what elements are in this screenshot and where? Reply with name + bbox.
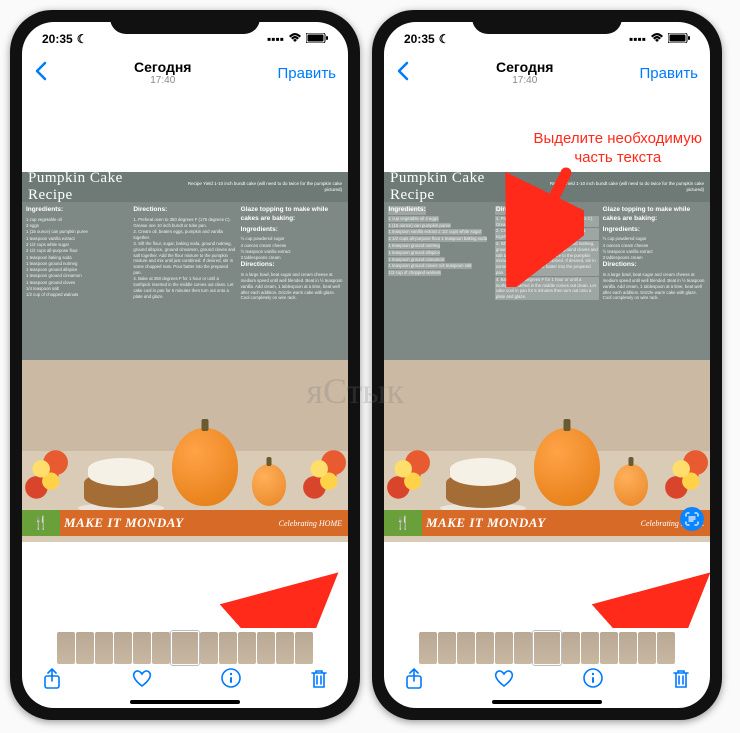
flowers-icon xyxy=(384,444,432,506)
flowers-icon xyxy=(662,444,710,506)
share-button[interactable] xyxy=(42,668,62,696)
banner: 🍴 MAKE IT MONDAY Celebrating HOME xyxy=(22,510,348,536)
callout-text: Выделите необходимую часть текста xyxy=(534,130,703,168)
utensils-icon: 🍴 xyxy=(26,512,56,534)
trash-button[interactable] xyxy=(672,668,690,696)
home-indicator[interactable] xyxy=(492,700,602,704)
utensils-icon: 🍴 xyxy=(388,512,418,534)
info-button[interactable] xyxy=(221,668,241,694)
col-glaze: Glaze topping to make while cakes are ba… xyxy=(603,206,706,356)
pumpkin-small-icon xyxy=(614,464,649,506)
photo-viewer[interactable]: Выделите необходимую часть текста Pumpki… xyxy=(384,92,710,628)
nav-subtitle: 17:40 xyxy=(48,75,278,86)
wifi-icon xyxy=(288,32,302,46)
recipe-title: Pumpkin Cake Recipe xyxy=(28,170,171,204)
back-button[interactable] xyxy=(34,61,48,85)
nav-title: Сегодня xyxy=(48,60,278,75)
col-glaze: Glaze topping to make while cakes are ba… xyxy=(241,206,344,356)
wifi-icon xyxy=(650,32,664,46)
pumpkin-icon xyxy=(534,428,599,506)
status-time: 20:35 xyxy=(42,32,73,46)
pumpkin-small-icon xyxy=(252,464,287,506)
nav-subtitle: 17:40 xyxy=(410,75,640,86)
col-ingredients: Ingredients: 1 cup vegetable oil3 eggs1 … xyxy=(26,206,129,356)
dnd-moon-icon: ☾ xyxy=(77,32,88,46)
nav-bar: Сегодня 17:40 Править xyxy=(384,54,710,92)
trash-button[interactable] xyxy=(310,668,328,696)
dnd-moon-icon: ☾ xyxy=(439,32,450,46)
signal-icon: ▪▪▪▪ xyxy=(629,32,646,46)
screen-right: 20:35 ☾ ▪▪▪▪ Сегодня 17:40 Править xyxy=(384,22,710,708)
favorite-button[interactable] xyxy=(131,668,153,694)
arrow-to-text xyxy=(484,167,584,287)
thumbnail-strip[interactable] xyxy=(384,628,710,668)
photo-viewer[interactable]: Pumpkin Cake Recipe Recipe Yield 1-10 in… xyxy=(22,92,348,628)
live-text-button[interactable] xyxy=(680,507,704,531)
favorite-button[interactable] xyxy=(493,668,515,694)
cake-icon xyxy=(446,458,521,508)
pumpkin-icon xyxy=(172,428,237,506)
col-ingredients-selected[interactable]: Ingredients: 1 cup vegetable oil3 eggs1 … xyxy=(388,206,491,356)
status-bar: 20:35 ☾ ▪▪▪▪ xyxy=(384,22,710,54)
recipe-yield: Recipe Yield 1-10 inch bundt cake (will … xyxy=(171,181,342,193)
iphone-frame-right: 20:35 ☾ ▪▪▪▪ Сегодня 17:40 Править xyxy=(372,10,722,720)
back-button[interactable] xyxy=(396,61,410,85)
cake-icon xyxy=(84,458,159,508)
share-button[interactable] xyxy=(404,668,424,696)
screen-left: 20:35 ☾ ▪▪▪▪ Сегодня 17:40 Править xyxy=(22,22,348,708)
status-time: 20:35 xyxy=(404,32,435,46)
thumbnail-strip[interactable] xyxy=(22,628,348,668)
battery-icon xyxy=(668,32,690,46)
battery-icon xyxy=(306,32,328,46)
flowers-icon xyxy=(22,444,70,506)
status-bar: 20:35 ☾ ▪▪▪▪ xyxy=(22,22,348,54)
iphone-frame-left: 20:35 ☾ ▪▪▪▪ Сегодня 17:40 Править xyxy=(10,10,360,720)
banner: 🍴 MAKE IT MONDAY Celebrating HOME xyxy=(384,510,710,536)
flowers-icon xyxy=(300,444,348,506)
edit-button[interactable]: Править xyxy=(640,65,699,82)
edit-button[interactable]: Править xyxy=(278,65,337,82)
arrow-to-livetext xyxy=(544,572,710,628)
home-indicator[interactable] xyxy=(130,700,240,704)
nav-bar: Сегодня 17:40 Править xyxy=(22,54,348,92)
recipe-image: Pumpkin Cake Recipe Recipe Yield 1-10 in… xyxy=(22,172,348,542)
nav-title: Сегодня xyxy=(410,60,640,75)
signal-icon: ▪▪▪▪ xyxy=(267,32,284,46)
col-directions: Directions: 1. Preheat oven to 350 degre… xyxy=(133,206,236,356)
arrow-annotation xyxy=(172,572,348,628)
info-button[interactable] xyxy=(583,668,603,694)
